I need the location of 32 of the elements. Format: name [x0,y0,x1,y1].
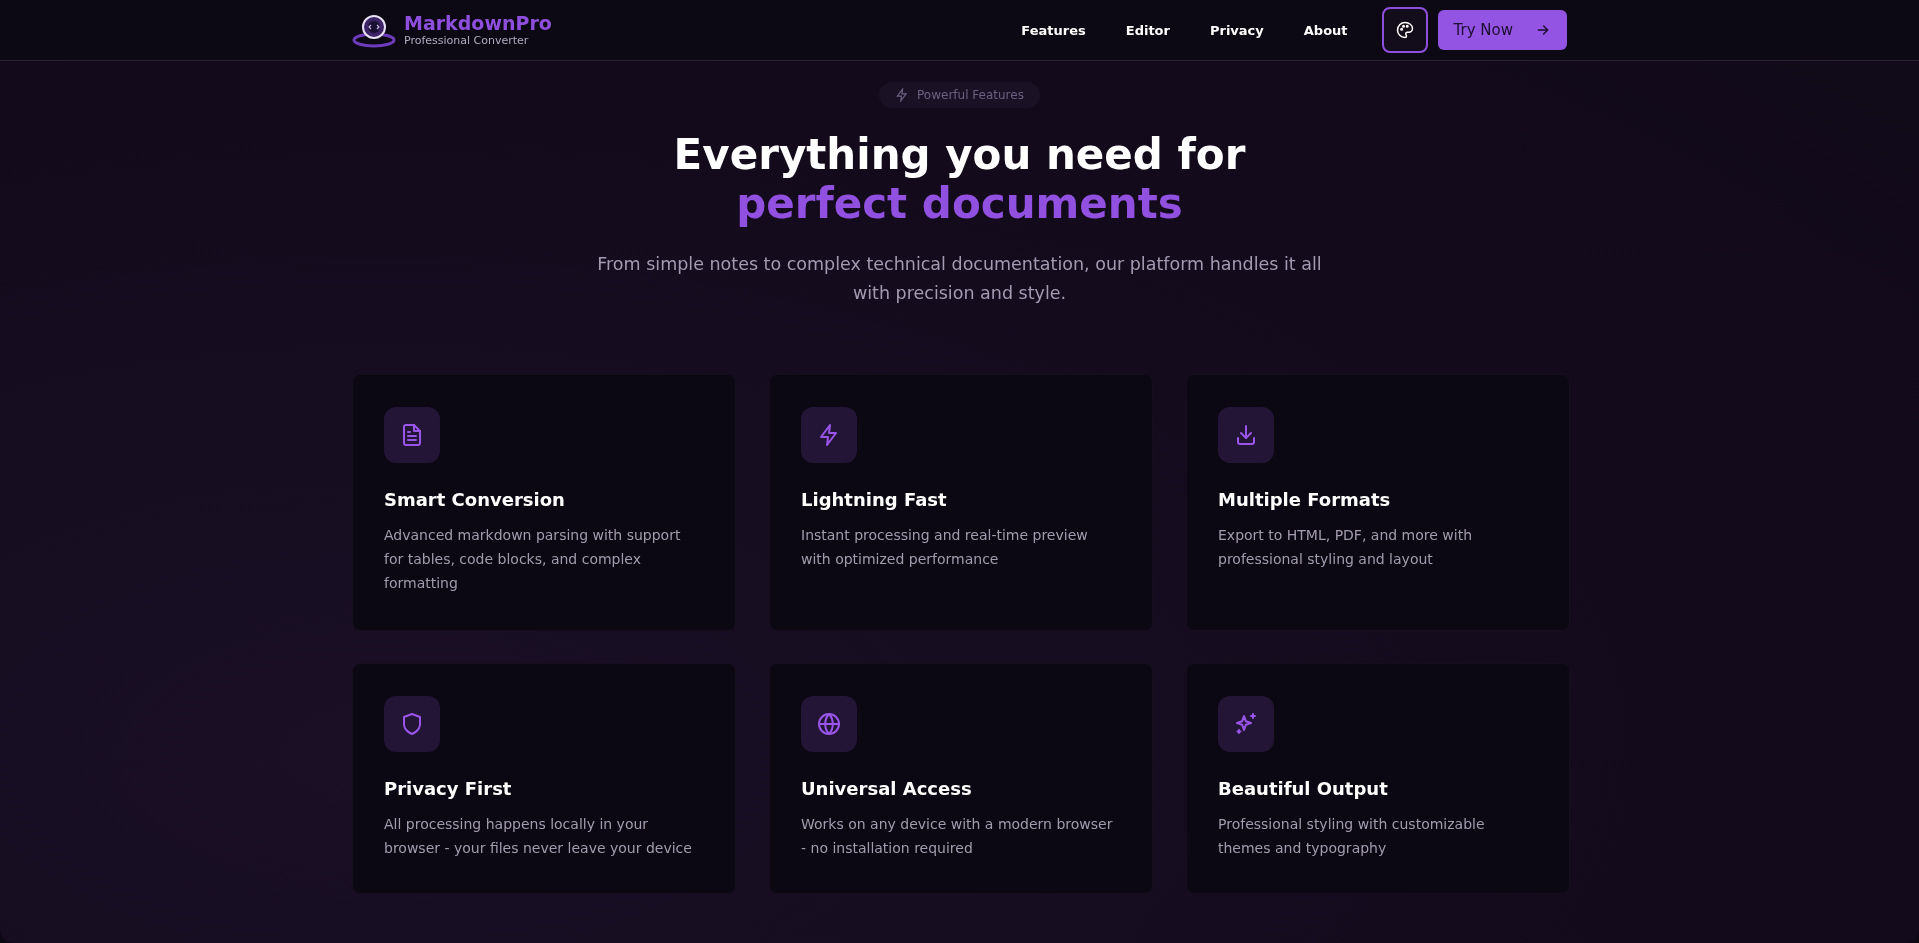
feature-title: Multiple Formats [1218,488,1392,512]
nav-link[interactable]: Features [1021,14,1086,46]
sparkles-icon [1234,712,1258,736]
nav-link[interactable]: About [1303,14,1348,46]
nav-link[interactable]: Editor [1125,14,1170,46]
try-now-button[interactable]: Try Now [1437,10,1567,50]
feature-description: Export to HTML, PDF, and more with professional styling and layout [1218,526,1474,569]
theme-button[interactable] [1381,7,1428,53]
palette-icon [1395,21,1414,39]
nav-link[interactable]: Privacy [1209,14,1264,46]
feature-description: Professional styling with customizable themes and typography [1218,815,1486,858]
feature-title: Lightning Fast [801,488,948,512]
feature-title: Beautiful Output [1218,777,1389,801]
brand-name: MarkdownPro [404,12,552,34]
feature-description: Advanced markdown parsing with support for tables, code blocks, and complex formatting [384,526,682,593]
brand-tagline: Professional Converter [404,34,530,48]
heading-highlight: perfect documents [735,179,1184,228]
feature-title: Privacy First [384,777,513,801]
hero-subtitle: From simple notes to complex technical documentation, our platform handles it all with precision and style. [596,253,1323,305]
feature-title: Universal Access [801,777,973,801]
heading-line: Everything you need for [673,130,1246,179]
document-icon [400,423,424,447]
feature-title: Smart Conversion [384,488,566,512]
globe-icon [817,712,841,736]
badge-label: Powerful Features [917,88,1024,102]
arrow-right-icon [1535,22,1551,38]
feature-description: Instant processing and real-time preview with optimized performance [801,526,1089,569]
feature-description: All processing happens locally in your browser - your files never leave your device [384,815,693,858]
lightning-icon [895,88,910,102]
download-icon [1234,423,1258,447]
feature-description: Works on any device with a modern browser - no installation required [801,815,1114,858]
shield-icon [400,712,424,736]
